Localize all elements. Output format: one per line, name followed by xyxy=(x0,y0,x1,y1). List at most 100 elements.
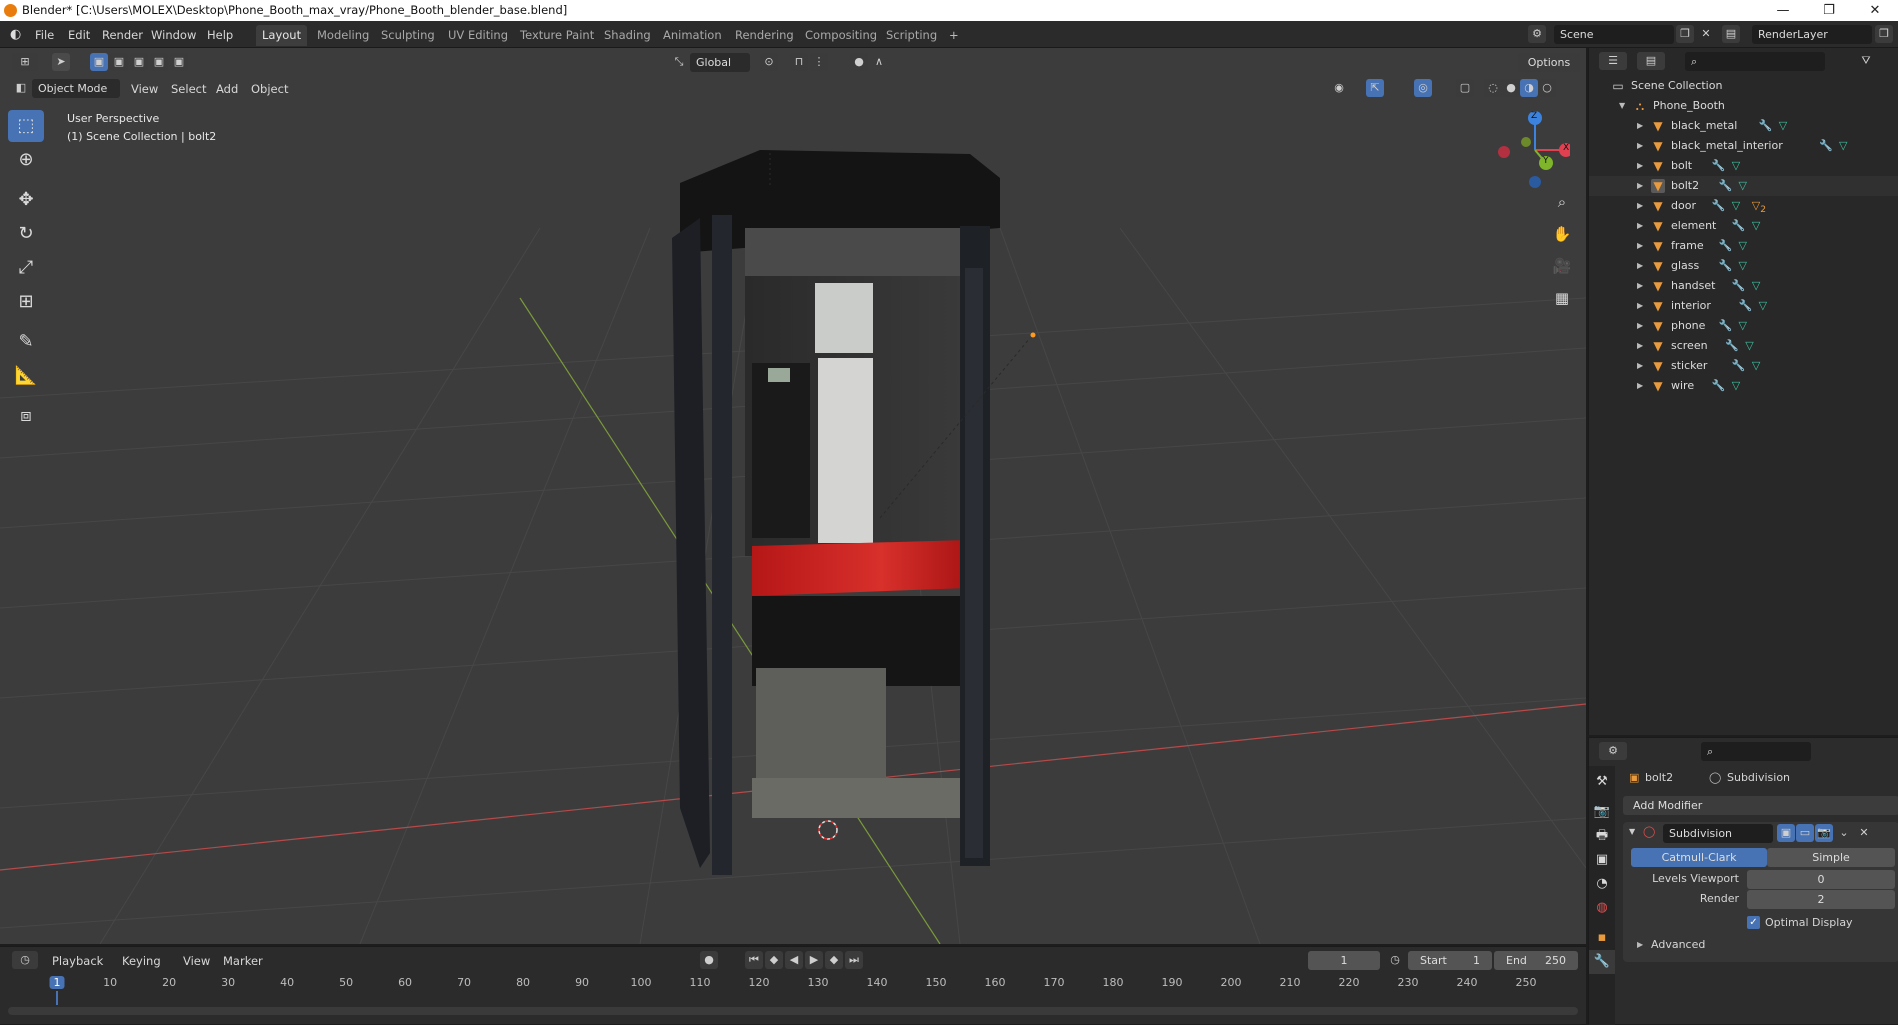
tab-sculpting[interactable]: Sculpting xyxy=(375,25,441,46)
render-toggle-icon[interactable]: 📷 xyxy=(1815,824,1833,842)
outliner-item-handset[interactable]: ▶ ▼ handset 🔧 ▽ xyxy=(1589,276,1898,296)
outliner-item-black-metal[interactable]: ▶ ▼ black_metal 🔧 ▽ xyxy=(1589,116,1898,136)
expand-item-icon[interactable]: ▶ xyxy=(1637,136,1643,156)
select-box-tool-icon[interactable]: ⬚ xyxy=(8,110,44,142)
expand-item-icon[interactable]: ▶ xyxy=(1637,196,1643,216)
expand-item-icon[interactable]: ▶ xyxy=(1637,276,1643,296)
mesh-data-icon[interactable]: ▽ xyxy=(1752,356,1760,376)
simple-button[interactable]: Simple xyxy=(1767,848,1895,867)
vp-menu-add[interactable]: Add xyxy=(216,80,238,98)
shading-rendered-icon[interactable]: ○ xyxy=(1538,79,1556,97)
collapse-modifier-icon[interactable]: ▼ xyxy=(1629,827,1635,836)
zoom-view-icon[interactable]: ⌕ xyxy=(1548,188,1576,216)
object-tab-icon[interactable]: ▪ xyxy=(1589,926,1615,950)
mesh-data-icon[interactable]: ▽ xyxy=(1752,216,1760,236)
optimal-display-checkbox[interactable]: ✓ xyxy=(1747,916,1760,929)
advanced-subpanel-label[interactable]: Advanced xyxy=(1651,938,1705,951)
modifier-wrench-icon[interactable]: 🔧 xyxy=(1719,176,1733,196)
render-levels-field[interactable]: 2 xyxy=(1747,890,1895,909)
tool-tab-icon[interactable]: ⚒ xyxy=(1589,770,1615,794)
rotate-tool-icon[interactable]: ↻ xyxy=(8,218,44,250)
menu-file[interactable]: File xyxy=(35,26,54,44)
outliner-collection-row[interactable]: ▼ ⛬ Phone_Booth xyxy=(1589,96,1898,116)
cursor-tool-icon[interactable]: ⊕ xyxy=(8,144,44,176)
ortho-toggle-icon[interactable]: ▦ xyxy=(1548,284,1576,312)
delete-scene-icon[interactable]: ✕ xyxy=(1697,25,1715,43)
tab-uv-editing[interactable]: UV Editing xyxy=(442,25,514,46)
expand-item-icon[interactable]: ▶ xyxy=(1637,176,1643,196)
camera-view-icon[interactable]: 🎥 xyxy=(1548,252,1576,280)
annotate-tool-icon[interactable]: ✎ xyxy=(8,326,44,358)
outliner-item-wire[interactable]: ▶ ▼ wire 🔧 ▽ xyxy=(1589,376,1898,396)
navigation-gizmo[interactable]: Z X Y xyxy=(1490,108,1573,188)
outliner-item-element[interactable]: ▶ ▼ element 🔧 ▽ xyxy=(1589,216,1898,236)
modifier-wrench-icon[interactable]: 🔧 xyxy=(1732,276,1746,296)
outliner-item-black-metal-interior[interactable]: ▶ ▼ black_metal_interior 🔧 ▽ xyxy=(1589,136,1898,156)
display-mode-icon[interactable]: ▤ xyxy=(1637,52,1665,70)
outliner-item-glass[interactable]: ▶ ▼ glass 🔧 ▽ xyxy=(1589,256,1898,276)
scene-name-field[interactable]: Scene xyxy=(1554,25,1674,44)
transform-orientation-icon[interactable]: ⤡ xyxy=(670,53,688,71)
pan-view-icon[interactable]: ✋ xyxy=(1548,220,1576,248)
scene-selector-icon[interactable]: ⚙ xyxy=(1528,25,1546,43)
close-window-button[interactable]: ✕ xyxy=(1852,0,1898,21)
expand-item-icon[interactable]: ▶ xyxy=(1637,216,1643,236)
outliner-item-sticker[interactable]: ▶ ▼ sticker 🔧 ▽ xyxy=(1589,356,1898,376)
world-tab-icon[interactable]: ◍ xyxy=(1589,896,1615,920)
new-scene-icon[interactable]: ❐ xyxy=(1676,25,1694,43)
mesh-data-icon[interactable]: ▽ xyxy=(1752,276,1760,296)
vp-menu-view[interactable]: View xyxy=(131,80,158,98)
minimize-button[interactable]: — xyxy=(1760,0,1806,21)
outliner-item-interior[interactable]: ▶ ▼ interior 🔧 ▽ xyxy=(1589,296,1898,316)
mesh-data-icon[interactable]: ▽ xyxy=(1779,116,1787,136)
new-view-layer-icon[interactable]: ❐ xyxy=(1875,25,1893,43)
select-new-icon[interactable]: ▣ xyxy=(90,53,108,71)
select-intersect-icon[interactable]: ▣ xyxy=(170,53,188,71)
shading-material-icon[interactable]: ◑ xyxy=(1520,79,1538,97)
add-cube-tool-icon[interactable]: ⧈ xyxy=(8,400,44,432)
pivot-point-icon[interactable]: ⊙ xyxy=(760,53,778,71)
tab-compositing[interactable]: Compositing xyxy=(799,25,883,46)
properties-search-input[interactable]: ⌕ xyxy=(1701,742,1811,761)
vp-menu-select[interactable]: Select xyxy=(171,80,206,98)
scale-tool-icon[interactable]: ⤢ xyxy=(8,252,44,284)
remove-modifier-icon[interactable]: ✕ xyxy=(1855,824,1873,842)
scene-tab-icon[interactable]: ◔ xyxy=(1589,872,1615,896)
expand-advanced-icon[interactable]: ▶ xyxy=(1637,940,1643,949)
expand-item-icon[interactable]: ▶ xyxy=(1637,116,1643,136)
view-layer-tab-icon[interactable]: ▣ xyxy=(1589,848,1615,872)
modifier-wrench-icon[interactable]: 🔧 xyxy=(1712,156,1726,176)
orientation-dropdown[interactable]: Global xyxy=(690,53,750,72)
tab-scripting[interactable]: Scripting xyxy=(880,25,943,46)
menu-edit[interactable]: Edit xyxy=(68,26,90,44)
levels-viewport-field[interactable]: 0 xyxy=(1747,870,1895,889)
menu-help[interactable]: Help xyxy=(207,26,233,44)
expand-item-icon[interactable]: ▶ xyxy=(1637,376,1643,396)
properties-editor-icon[interactable]: ⚙ xyxy=(1599,742,1627,760)
modifier-wrench-icon[interactable]: 🔧 xyxy=(1732,356,1746,376)
modifier-wrench-icon[interactable]: 🔧 xyxy=(1719,236,1733,256)
outliner-search-input[interactable]: ⌕ xyxy=(1685,52,1825,71)
blender-menu-icon[interactable]: ◐ xyxy=(10,27,21,42)
tab-animation[interactable]: Animation xyxy=(657,25,728,46)
falloff-icon[interactable]: ∧ xyxy=(870,53,888,71)
filter-icon[interactable]: ⛛ xyxy=(1857,52,1875,70)
tab-rendering[interactable]: Rendering xyxy=(729,25,800,46)
outliner-item-bolt2[interactable]: ▶ ▼ bolt2 🔧 ▽ xyxy=(1589,176,1898,196)
gizmo-toggle-icon[interactable]: ⇱ xyxy=(1366,79,1384,97)
view-layer-icon[interactable]: ▤ xyxy=(1722,25,1740,43)
3d-viewport[interactable]: ⊞ ➤ ▣ ▣ ▣ ▣ ▣ ⤡ Global ⊙ ⊓ ⋮ ● ∧ Options… xyxy=(0,48,1586,944)
modifier-wrench-icon[interactable]: 🔧 xyxy=(1759,116,1773,136)
view-layer-field[interactable]: RenderLayer xyxy=(1752,25,1872,44)
tab-layout[interactable]: Layout xyxy=(256,25,308,46)
visibility-icon[interactable]: ◉ xyxy=(1330,79,1348,97)
modifier-wrench-icon[interactable]: 🔧 xyxy=(1712,196,1726,216)
restore-button[interactable]: ❐ xyxy=(1806,0,1852,21)
tab-shading[interactable]: Shading xyxy=(598,25,657,46)
add-workspace-button[interactable]: + xyxy=(943,25,965,46)
tab-modeling[interactable]: Modeling xyxy=(311,25,375,46)
timeline-scrollbar[interactable] xyxy=(8,1007,1578,1015)
expand-item-icon[interactable]: ▶ xyxy=(1637,236,1643,256)
expand-item-icon[interactable]: ▶ xyxy=(1637,356,1643,376)
mesh-data-icon[interactable]: ▽ xyxy=(1759,296,1767,316)
